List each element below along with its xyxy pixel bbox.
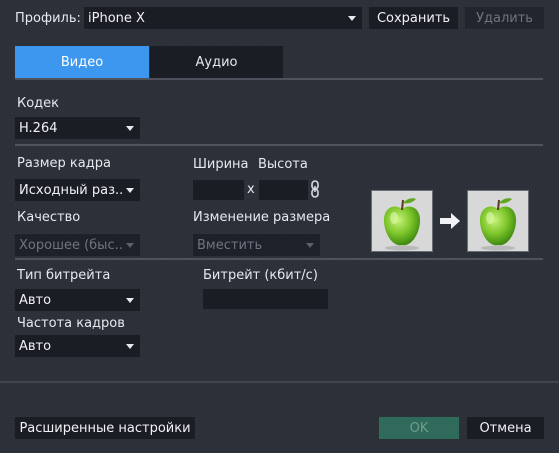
- codec-value: H.264: [19, 120, 58, 136]
- resize-select[interactable]: Вместить: [193, 234, 320, 256]
- quality-value: Хорошее (быс...: [19, 237, 122, 253]
- chain-link-icon[interactable]: [310, 179, 320, 199]
- profile-select[interactable]: iPhone X: [84, 7, 362, 29]
- profile-value: iPhone X: [88, 10, 145, 26]
- ok-button[interactable]: OK: [379, 417, 459, 439]
- footer-divider: [0, 381, 559, 383]
- tab-audio[interactable]: Аудио: [150, 46, 283, 78]
- height-input[interactable]: [259, 180, 308, 200]
- cancel-button[interactable]: Отмена: [467, 417, 544, 439]
- chevron-down-icon: [126, 125, 134, 131]
- chevron-down-icon: [126, 343, 134, 349]
- resize-value: Вместить: [197, 237, 263, 253]
- chevron-down-icon: [126, 242, 134, 248]
- bitrate-type-label: Тип битрейта: [17, 268, 111, 283]
- green-apple-icon: [479, 198, 517, 251]
- quality-select[interactable]: Хорошее (быс...: [15, 234, 140, 256]
- source-preview-thumbnail: [371, 190, 433, 252]
- section-divider: [15, 144, 543, 146]
- bitrate-type-select[interactable]: Авто: [15, 289, 140, 311]
- save-button[interactable]: Сохранить: [369, 7, 458, 29]
- bitrate-type-value: Авто: [19, 292, 52, 308]
- chevron-down-icon: [126, 187, 134, 193]
- quality-label: Качество: [17, 210, 81, 225]
- framerate-label: Частота кадров: [17, 316, 125, 331]
- width-label: Ширина: [193, 157, 249, 172]
- width-input[interactable]: [193, 180, 244, 200]
- frame-size-select[interactable]: Исходный раз...: [15, 179, 140, 201]
- chevron-down-icon: [306, 242, 314, 248]
- bitrate-label: Битрейт (кбит/с): [203, 268, 318, 283]
- height-label: Высота: [258, 157, 308, 172]
- tab-video[interactable]: Видео: [15, 46, 149, 78]
- frame-size-label: Размер кадра: [17, 156, 111, 171]
- codec-label: Кодек: [17, 96, 60, 111]
- chevron-down-icon: [348, 15, 356, 21]
- bitrate-input[interactable]: [203, 289, 328, 309]
- green-apple-icon: [383, 198, 421, 251]
- frame-size-value: Исходный раз...: [19, 182, 122, 198]
- framerate-value: Авто: [19, 338, 52, 354]
- resize-label: Изменение размера: [193, 210, 331, 225]
- profile-label: Профиль:: [15, 11, 81, 26]
- codec-select[interactable]: H.264: [15, 117, 140, 139]
- section-divider: [15, 258, 543, 260]
- advanced-settings-button[interactable]: Расширенные настройки: [15, 417, 195, 439]
- delete-button[interactable]: Удалить: [465, 7, 544, 29]
- output-preview-thumbnail: [467, 190, 529, 252]
- framerate-select[interactable]: Авто: [15, 335, 140, 357]
- arrow-right-icon: [439, 212, 461, 234]
- tab-underline: [15, 78, 543, 80]
- dimension-separator: x: [247, 182, 255, 197]
- chevron-down-icon: [126, 297, 134, 303]
